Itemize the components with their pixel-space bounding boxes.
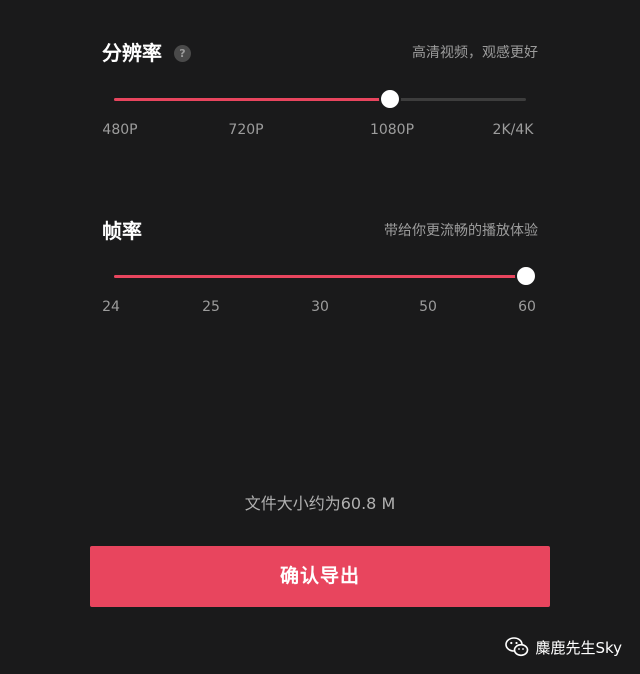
frame-rate-slider[interactable]	[114, 265, 537, 287]
resolution-slider-thumb[interactable]	[379, 88, 401, 110]
frame-rate-tick-25[interactable]: 25	[202, 298, 220, 316]
frame-rate-title: 帧率	[102, 219, 142, 243]
resolution-tick-1080p[interactable]: 1080P	[370, 121, 414, 139]
watermark: 麋鹿先生Sky	[505, 634, 622, 660]
frame-rate-slider-fill	[114, 275, 526, 278]
frame-rate-slider-thumb[interactable]	[515, 265, 537, 287]
file-size-estimate: 文件大小约为60.8 M	[244, 494, 396, 513]
resolution-tick-720p[interactable]: 720P	[228, 121, 263, 139]
resolution-title: 分辨率	[102, 41, 162, 65]
watermark-text: 麋鹿先生Sky	[535, 638, 622, 657]
resolution-slider-fill	[114, 98, 390, 101]
wechat-icon	[505, 637, 529, 657]
confirm-export-button[interactable]: 确认导出	[90, 546, 550, 607]
frame-rate-tick-30[interactable]: 30	[311, 298, 329, 316]
resolution-tick-480p[interactable]: 480P	[102, 121, 137, 139]
resolution-hint: 高清视频，观感更好	[412, 45, 538, 61]
frame-rate-tick-60[interactable]: 60	[518, 298, 536, 316]
frame-rate-hint: 带给你更流畅的播放体验	[384, 223, 538, 239]
question-mark-icon[interactable]: ?	[174, 45, 191, 62]
resolution-tick-2k4k[interactable]: 2K/4K	[493, 121, 534, 139]
frame-rate-tick-50[interactable]: 50	[419, 298, 437, 316]
resolution-slider[interactable]	[114, 88, 526, 110]
frame-rate-tick-24[interactable]: 24	[102, 298, 120, 316]
